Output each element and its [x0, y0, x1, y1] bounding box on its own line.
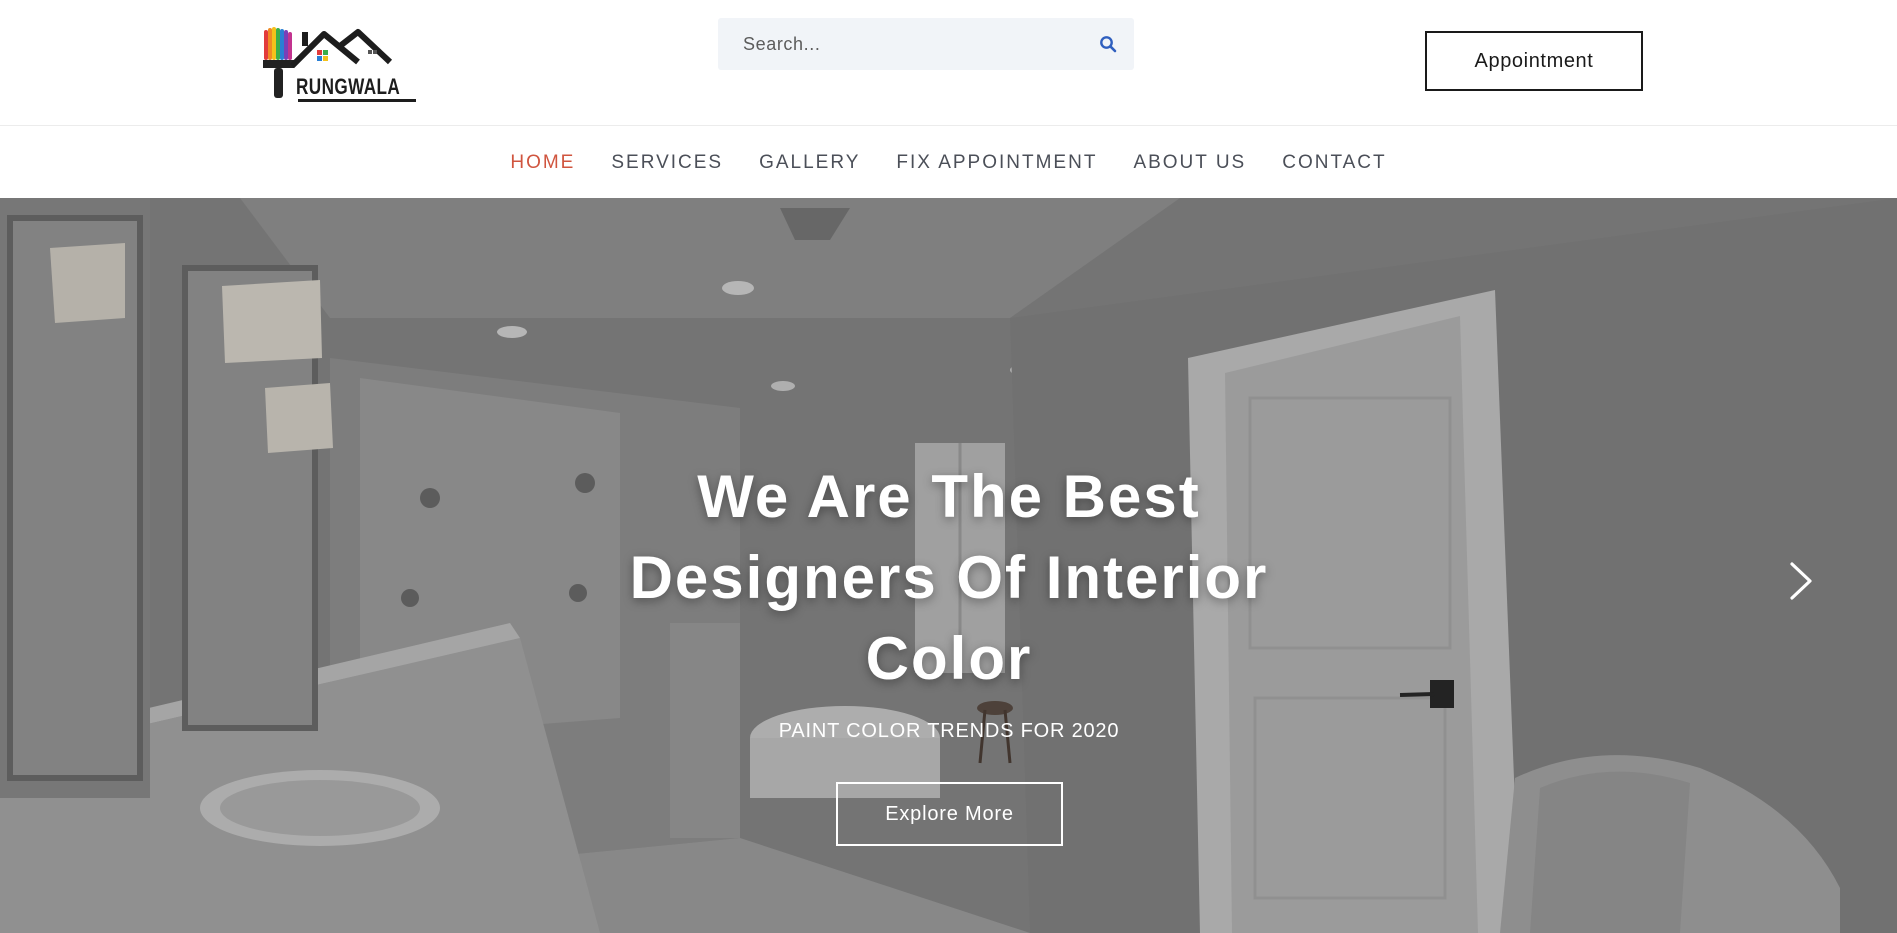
chevron-right-icon	[1790, 562, 1812, 600]
hero-title-line-3: Color	[865, 625, 1033, 692]
search-button[interactable]	[1090, 26, 1126, 62]
search-icon	[1100, 36, 1117, 53]
explore-more-button[interactable]: Explore More	[836, 782, 1063, 846]
hero-title-line-1: We Are The Best	[697, 463, 1201, 530]
site-header: RUNGWALA Appointment	[0, 0, 1897, 126]
search-box	[718, 18, 1134, 70]
search-input[interactable]	[718, 18, 1088, 70]
hero-slider: We Are The Best Designers Of Interior Co…	[0, 198, 1897, 933]
nav-item-services[interactable]: SERVICES	[593, 152, 741, 174]
nav-item-about-us[interactable]: ABOUT US	[1115, 152, 1264, 174]
brand-name: RUNGWALA	[296, 74, 401, 99]
appointment-button[interactable]: Appointment	[1425, 31, 1643, 91]
brand-logo[interactable]: RUNGWALA	[262, 26, 422, 106]
main-nav: HOME SERVICES GALLERY FIX APPOINTMENT AB…	[0, 127, 1897, 198]
hero-subtitle: PAINT COLOR TRENDS FOR 2020	[778, 720, 1120, 742]
brand-underline	[298, 99, 416, 102]
nav-item-fix-appointment[interactable]: FIX APPOINTMENT	[878, 152, 1115, 174]
nav-item-contact[interactable]: CONTACT	[1264, 152, 1404, 174]
nav-item-gallery[interactable]: GALLERY	[741, 152, 878, 174]
slider-next-button[interactable]	[1780, 558, 1820, 604]
nav-item-home[interactable]: HOME	[492, 152, 593, 174]
hero-title: We Are The Best Designers Of Interior Co…	[549, 456, 1349, 699]
hero-title-line-2: Designers Of Interior	[629, 544, 1269, 611]
